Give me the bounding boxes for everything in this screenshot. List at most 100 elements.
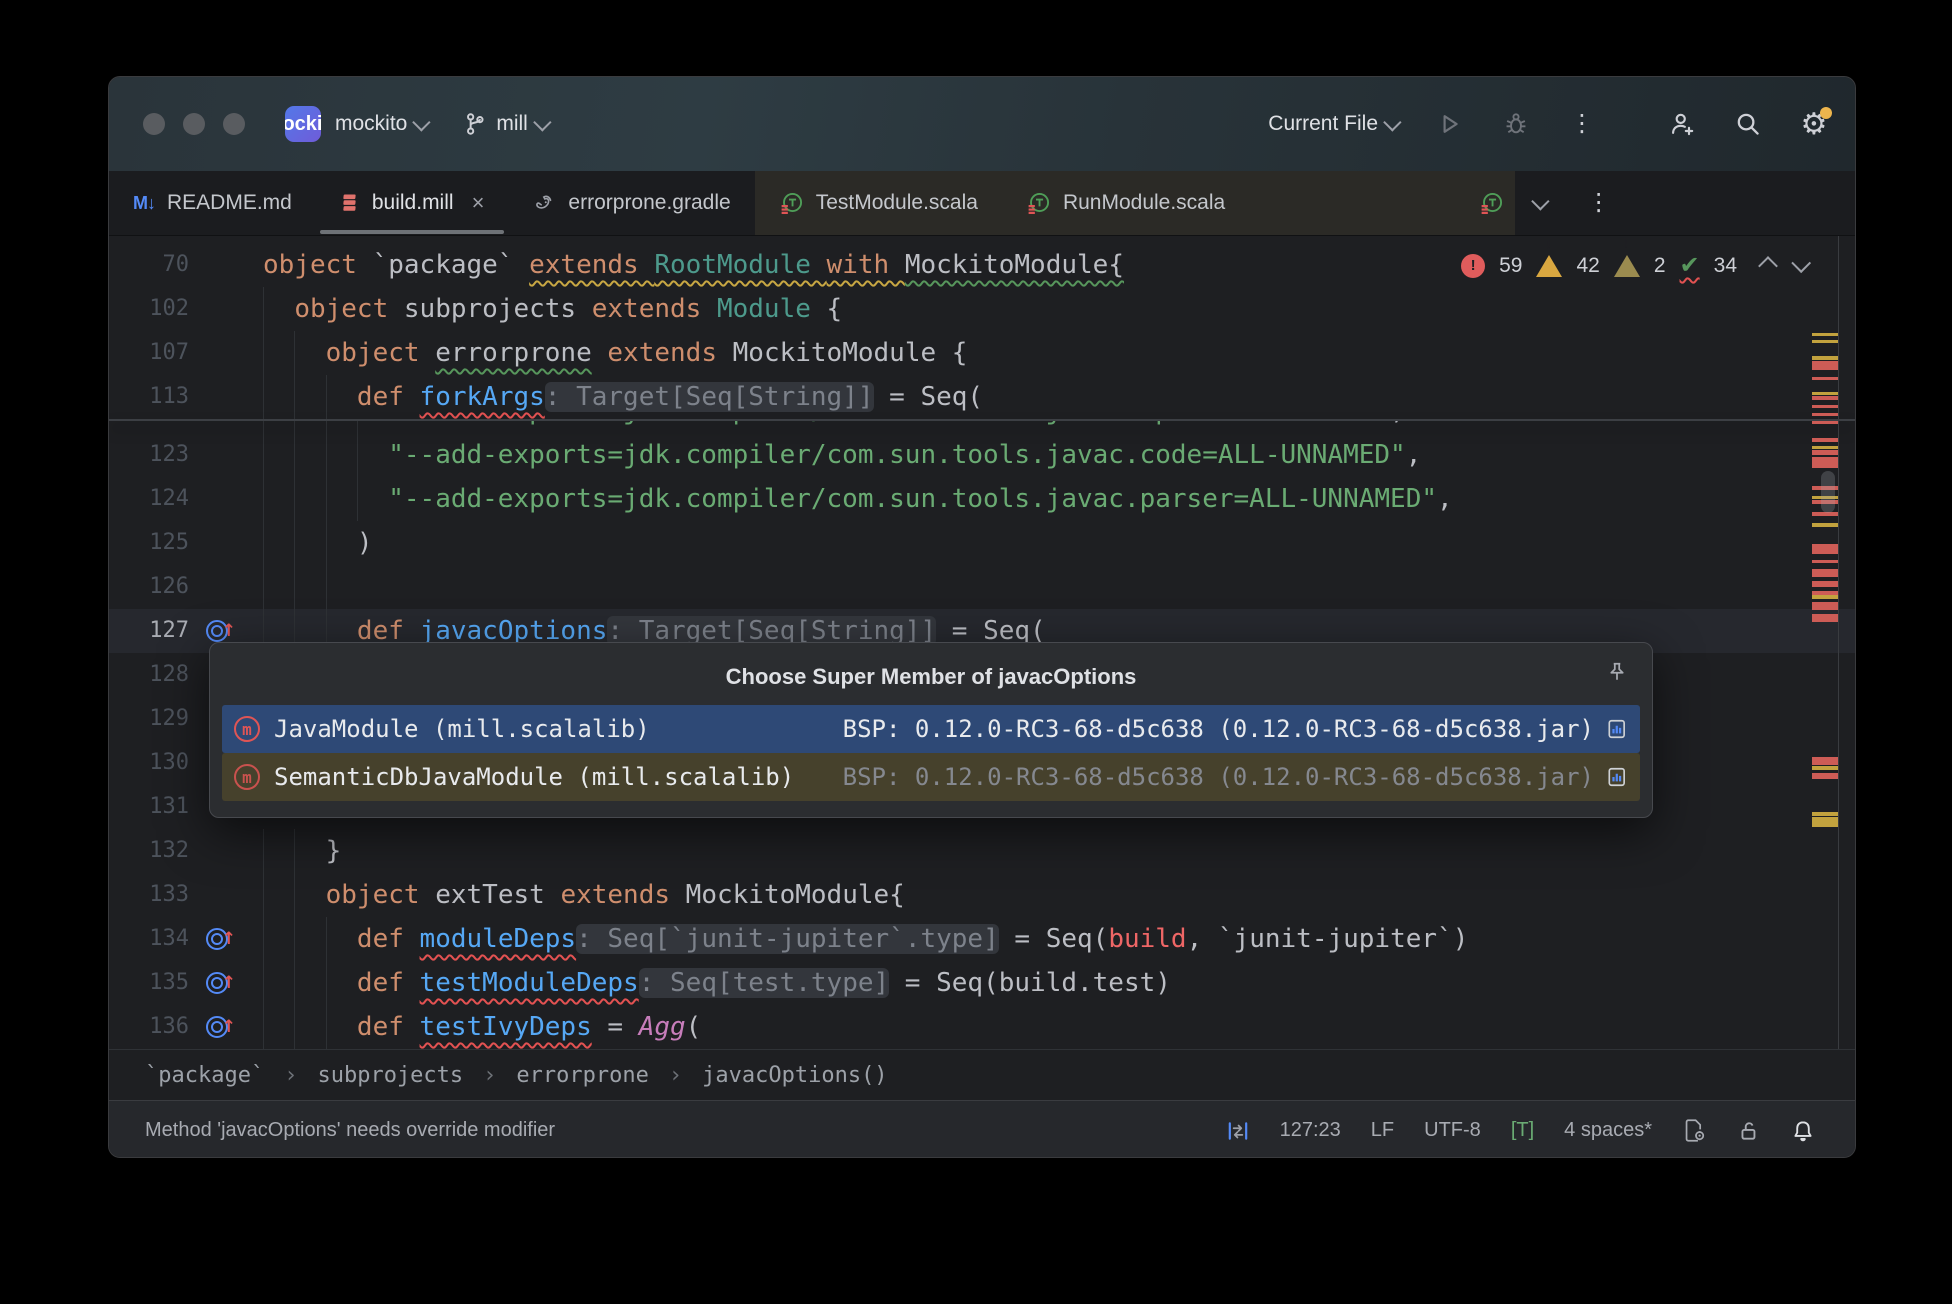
code-text[interactable]: "--add-exports=jdk.compiler/com.sun.tool… — [237, 433, 1855, 477]
line-number[interactable]: 130 — [109, 741, 197, 785]
stripe-error-mark[interactable] — [1812, 413, 1838, 416]
line-number[interactable]: 102 — [109, 287, 197, 331]
stripe-warning-mark[interactable] — [1812, 446, 1838, 449]
traffic-light-close[interactable] — [143, 113, 165, 135]
stripe-error-mark[interactable] — [1812, 450, 1838, 455]
code-text[interactable]: object subprojects extends Module { — [237, 287, 1855, 331]
stripe-warning-mark[interactable] — [1812, 766, 1838, 770]
stripe-warning-mark[interactable] — [1812, 392, 1838, 395]
popup-item-javamodule[interactable]: m JavaModule (mill.scalalib) BSP: 0.12.0… — [222, 705, 1640, 753]
scrollbar-thumb[interactable] — [1821, 471, 1835, 513]
line-number[interactable]: 133 — [109, 873, 197, 917]
override-gutter-icon[interactable]: ↑ — [206, 620, 228, 642]
stripe-warning-mark[interactable] — [1812, 333, 1838, 336]
line-number[interactable]: 135 — [109, 961, 197, 1005]
stripe-error-mark[interactable] — [1812, 569, 1838, 577]
tab-runmodule-scala[interactable]: RunModule.scala — [1002, 171, 1249, 235]
code-line-107[interactable]: 107 object errorprone extends MockitoMod… — [109, 331, 1855, 375]
stripe-error-mark[interactable] — [1812, 773, 1838, 779]
code-line-123[interactable]: 123 "--add-exports=jdk.compiler/com.sun.… — [109, 433, 1855, 477]
traffic-light-minimize[interactable] — [183, 113, 205, 135]
code-line-135[interactable]: 135↑ def testModuleDeps: Seq[test.type] … — [109, 961, 1855, 1005]
code-line-132[interactable]: 132 } — [109, 829, 1855, 873]
breadcrumb-package[interactable]: `package` — [145, 1063, 264, 1088]
error-stripe[interactable] — [1812, 236, 1839, 1049]
breadcrumb-javacoptions[interactable]: javacOptions() — [702, 1063, 887, 1088]
stripe-error-mark[interactable] — [1812, 421, 1838, 424]
run-button[interactable] — [1435, 109, 1465, 139]
code-line-102[interactable]: 102 object subprojects extends Module { — [109, 287, 1855, 331]
stripe-error-mark[interactable] — [1812, 614, 1838, 622]
line-number[interactable]: 127 — [109, 609, 197, 653]
indent-setting[interactable]: 4 spaces* — [1564, 1119, 1652, 1142]
code-editor[interactable]: 70object `package` extends RootModule wi… — [109, 236, 1855, 1049]
popup-item-semanticdbjavamodule[interactable]: m SemanticDbJavaModule (mill.scalalib) B… — [222, 753, 1640, 801]
stripe-error-mark[interactable] — [1812, 544, 1838, 554]
more-actions-button[interactable]: ⋮ — [1567, 109, 1597, 139]
override-gutter-icon[interactable]: ↑ — [206, 928, 228, 950]
highlight-level-badge[interactable]: [T] — [1511, 1119, 1534, 1142]
next-problem-button[interactable] — [1791, 253, 1811, 273]
run-configuration-selector[interactable]: Current File — [1268, 112, 1401, 136]
line-number[interactable]: 123 — [109, 433, 197, 477]
stripe-error-mark[interactable] — [1812, 757, 1838, 765]
project-widget[interactable]: mockito — [335, 112, 430, 136]
file-encoding[interactable]: UTF-8 — [1424, 1119, 1481, 1142]
stripe-warning-mark[interactable] — [1812, 812, 1838, 816]
stripe-error-mark[interactable] — [1812, 602, 1838, 610]
vcs-branch-widget[interactable]: mill — [464, 112, 551, 136]
code-line-134[interactable]: 134↑ def moduleDeps: Seq[`junit-jupiter`… — [109, 917, 1855, 961]
previous-problem-button[interactable] — [1758, 256, 1778, 276]
stripe-error-mark[interactable] — [1812, 581, 1838, 587]
breadcrumb-subprojects[interactable]: subprojects — [317, 1063, 463, 1088]
code-text[interactable]: def testIvyDeps = Agg( — [237, 1005, 1855, 1049]
stripe-error-mark[interactable] — [1812, 438, 1838, 442]
settings-button[interactable]: ⚙ — [1799, 109, 1829, 139]
line-number[interactable]: 125 — [109, 521, 197, 565]
line-number[interactable]: 113 — [109, 375, 197, 419]
code-text[interactable]: ) — [237, 521, 1855, 565]
indent-guides-icon[interactable] — [1226, 1119, 1250, 1143]
code-line-125[interactable]: 125 ) — [109, 521, 1855, 565]
code-text[interactable]: def forkArgs: Target[Seq[String]] = Seq( — [237, 375, 1855, 419]
tab-errorprone-gradle[interactable]: errorprone.gradle — [508, 171, 754, 235]
stripe-warning-mark[interactable] — [1812, 340, 1838, 343]
stripe-warning-mark[interactable] — [1812, 523, 1838, 527]
search-everywhere-button[interactable] — [1733, 109, 1763, 139]
code-style-file-icon[interactable] — [1682, 1118, 1707, 1143]
tab-truncated[interactable] — [1479, 171, 1515, 235]
code-line-113[interactable]: 113 def forkArgs: Target[Seq[String]] = … — [109, 375, 1855, 419]
code-text[interactable]: def testModuleDeps: Seq[test.type] = Seq… — [237, 961, 1855, 1005]
code-line-124[interactable]: 124 "--add-exports=jdk.compiler/com.sun.… — [109, 477, 1855, 521]
stripe-warning-mark[interactable] — [1812, 356, 1838, 360]
breadcrumb-errorprone[interactable]: errorprone — [516, 1063, 648, 1088]
override-gutter-icon[interactable]: ↑ — [206, 1016, 228, 1038]
caret-position[interactable]: 127:23 — [1280, 1119, 1341, 1142]
inspection-widget[interactable]: ! 59 ! 42 ! 2 ✔ 34 — [1461, 251, 1811, 280]
line-number[interactable]: 136 — [109, 1005, 197, 1049]
debug-button[interactable] — [1501, 109, 1531, 139]
line-number[interactable]: 126 — [109, 565, 197, 609]
pin-button[interactable] — [1606, 661, 1628, 683]
line-number[interactable]: 129 — [109, 697, 197, 741]
code-text[interactable]: "--add-exports=jdk.compiler/com.sun.tool… — [237, 421, 1855, 433]
lock-unlocked-icon[interactable] — [1737, 1119, 1761, 1143]
code-line-136[interactable]: 136 ↑ def testIvyDeps = Agg( — [109, 1005, 1855, 1049]
stripe-error-mark[interactable] — [1812, 560, 1838, 563]
line-number[interactable]: 124 — [109, 477, 197, 521]
code-text[interactable]: } — [237, 829, 1855, 873]
tab-build-mill[interactable]: build.mill × — [316, 171, 509, 235]
stripe-error-mark[interactable] — [1812, 396, 1838, 400]
tab-readme-md[interactable]: M↓ README.md — [109, 171, 316, 235]
traffic-light-zoom[interactable] — [223, 113, 245, 135]
code-line-partial[interactable]: "--add-exports=jdk.compiler/com.sun.tool… — [109, 421, 1855, 433]
notifications-bell-icon[interactable] — [1791, 1119, 1815, 1143]
line-ending[interactable]: LF — [1371, 1119, 1394, 1142]
code-text[interactable]: "--add-exports=jdk.compiler/com.sun.tool… — [237, 477, 1855, 521]
close-icon[interactable]: × — [472, 190, 485, 216]
line-number[interactable]: 131 — [109, 785, 197, 829]
line-number[interactable]: 70 — [109, 243, 197, 287]
line-number[interactable]: 128 — [109, 653, 197, 697]
code-text[interactable]: object errorprone extends MockitoModule … — [237, 331, 1855, 375]
code-line-133[interactable]: 133 object extTest extends MockitoModule… — [109, 873, 1855, 917]
